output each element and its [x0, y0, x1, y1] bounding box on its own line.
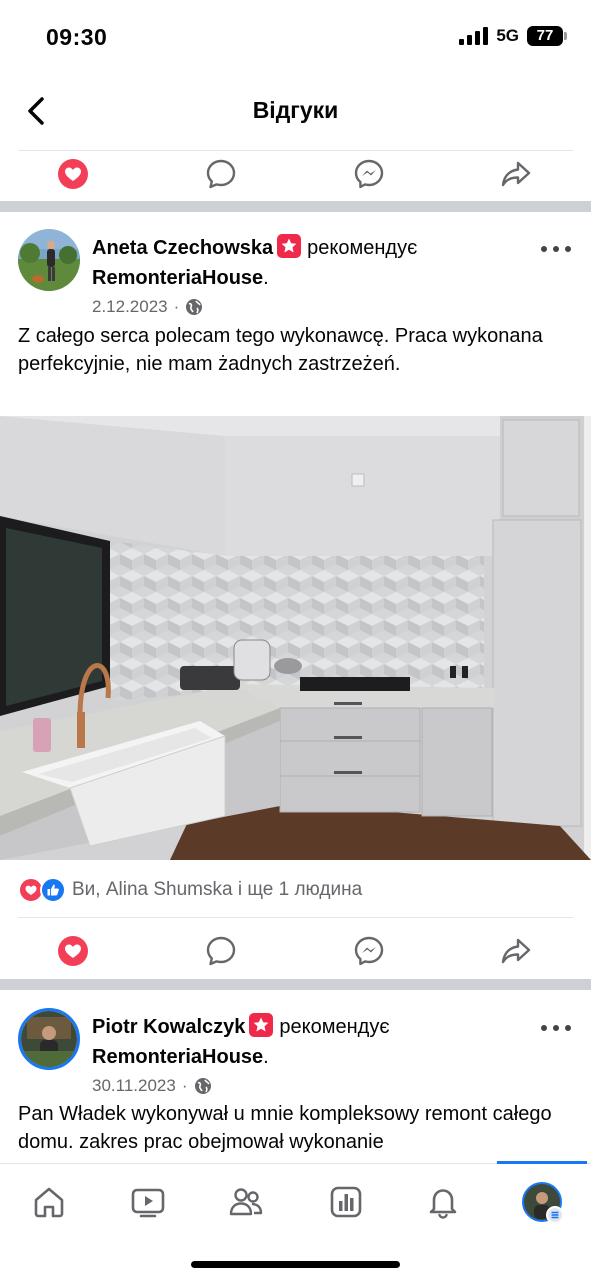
like-reaction-icon [40, 877, 66, 903]
friends-icon [229, 1188, 263, 1216]
home-indicator [191, 1261, 400, 1268]
home-icon [34, 1187, 64, 1218]
globe-icon [194, 1078, 211, 1094]
more-options-button[interactable] [541, 241, 571, 257]
author-line: Piotr Kowalczyk рекомендує [92, 1012, 390, 1042]
network-type: 5G [496, 26, 519, 45]
love-button[interactable] [53, 154, 93, 194]
avatar[interactable] [18, 1008, 80, 1070]
status-indicators: 5G 77 [459, 26, 567, 46]
recommends-label: рекомендує [279, 1016, 390, 1038]
post-header: Piotr Kowalczyk рекомендує RemonteriaHous… [0, 1008, 591, 1098]
share-button[interactable] [496, 154, 536, 194]
tab-home[interactable] [29, 1182, 69, 1222]
page-line: RemonteriaHouse. [92, 267, 269, 289]
post-separator [0, 201, 591, 212]
page-name[interactable]: RemonteriaHouse [92, 1046, 263, 1068]
post-date[interactable]: 2.12.2023 [92, 297, 168, 317]
recommend-icon [277, 234, 302, 258]
messenger-icon [354, 159, 384, 189]
comment-icon [206, 936, 236, 966]
author-name[interactable]: Aneta Czechowska [92, 237, 273, 259]
send-button[interactable] [349, 931, 389, 971]
post-text: Pan Władek wykonywał u mnie kompleksowy … [18, 1103, 552, 1153]
page-title: Відгуки [252, 97, 339, 123]
status-time: 09:30 [46, 24, 108, 50]
globe-icon [186, 299, 203, 315]
love-icon [58, 159, 88, 189]
active-tab-indicator [497, 1161, 587, 1164]
signal-icon [459, 27, 489, 45]
comment-button[interactable] [201, 154, 241, 194]
post-photo[interactable] [0, 416, 591, 860]
share-icon [501, 161, 531, 187]
messenger-icon [354, 936, 384, 966]
profile-menu-icon [522, 1182, 564, 1224]
tab-notifications[interactable] [423, 1182, 463, 1222]
recommend-icon [249, 1013, 274, 1037]
post-separator [0, 979, 591, 990]
post-text: Z całego serca polecam tego wykonawcę. P… [18, 325, 543, 375]
post-header: Aneta Czechowska рекомендує RemonteriaHou… [0, 229, 591, 319]
love-icon [58, 936, 88, 966]
comment-icon [206, 159, 236, 189]
page-name[interactable]: RemonteriaHouse [92, 267, 263, 289]
avatar[interactable] [18, 229, 80, 291]
battery-icon: 77 [527, 26, 567, 46]
notifications-icon [429, 1189, 457, 1219]
send-button[interactable] [349, 154, 389, 194]
dashboard-icon [330, 1186, 362, 1218]
post-meta: 2.12.2023 · [92, 297, 203, 317]
tab-friends[interactable] [226, 1182, 266, 1222]
recommends-label: рекомендує [307, 237, 418, 259]
share-icon [501, 938, 531, 964]
bottom-tab-bar [0, 1161, 591, 1280]
tab-video[interactable] [128, 1182, 168, 1222]
comment-button[interactable] [201, 931, 241, 971]
status-bar: 09:30 5G 77 [0, 0, 591, 75]
post-meta: 30.11.2023 · [92, 1076, 212, 1096]
page-line: RemonteriaHouse. [92, 1046, 269, 1068]
tab-dashboard[interactable] [326, 1182, 366, 1222]
nav-bar: Відгуки [0, 75, 591, 147]
battery-level: 77 [536, 27, 554, 44]
author-line: Aneta Czechowska рекомендує [92, 233, 417, 263]
reactions-text: Ви, Alina Shumska і ще 1 людина [72, 879, 363, 900]
post-date[interactable]: 30.11.2023 [92, 1076, 176, 1096]
divider [18, 917, 573, 918]
video-icon [131, 1188, 165, 1218]
love-button[interactable] [53, 931, 93, 971]
more-options-button[interactable] [541, 1020, 571, 1036]
share-button[interactable] [496, 931, 536, 971]
tab-profile-menu[interactable] [522, 1182, 564, 1224]
post-actions [0, 927, 591, 979]
reactions-summary[interactable]: Ви, Alina Shumska і ще 1 людина [18, 876, 362, 904]
author-name[interactable]: Piotr Kowalczyk [92, 1016, 245, 1038]
post-actions [0, 150, 591, 202]
